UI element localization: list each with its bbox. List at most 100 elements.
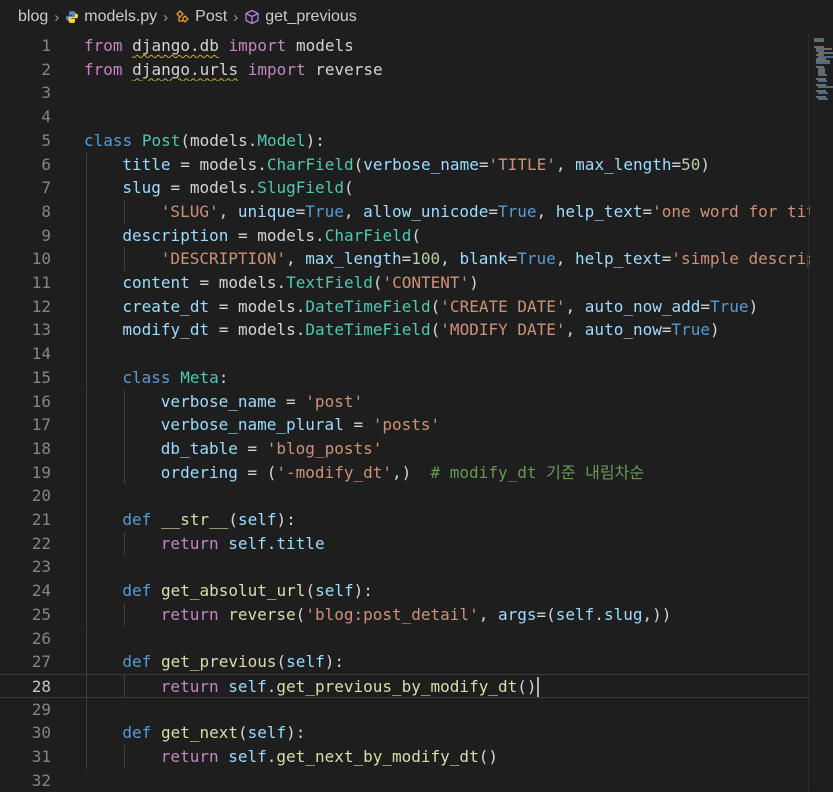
indent-guide — [86, 413, 87, 437]
code-text: title = models.CharField(verbose_name = 'T… — [122, 153, 710, 177]
code-token: slug — [603, 604, 643, 624]
breadcrumb-method-label: get_previous — [265, 8, 357, 25]
code-token: 'MODIFY DATE' — [440, 320, 566, 340]
code-token: = — [661, 320, 672, 340]
code-line[interactable]: 10 'DESCRIPTION', max_length=100, blank=T… — [0, 247, 810, 271]
code-token: 50 — [681, 154, 701, 174]
line-number: 11 — [31, 273, 51, 292]
code-line[interactable]: 17 verbose_name_plural = 'posts' — [0, 413, 810, 437]
code-line[interactable]: 28 return self.get_previous_by_modify_dt(… — [0, 673, 810, 698]
code-line[interactable]: 19 ordering = ('-modify_dt',) # modify_dt… — [0, 460, 810, 485]
breadcrumb-class[interactable]: Post — [174, 8, 227, 26]
line-number: 18 — [31, 438, 51, 458]
code-line[interactable]: 13 modify_dt = models.DateTimeField('MODI… — [0, 318, 810, 343]
code-line[interactable]: 2 from django.urls import reverse — [0, 58, 810, 82]
code-line[interactable]: 24 def get_absolut_url(self): — [0, 579, 810, 603]
minimap[interactable] — [810, 34, 833, 791]
breadcrumb-file[interactable]: models.py — [65, 8, 157, 26]
breadcrumb-folder[interactable]: blog — [18, 8, 48, 26]
line-number: 31 — [31, 747, 51, 766]
code-token: True — [671, 320, 711, 340]
code-token: title — [276, 533, 325, 553]
code-line[interactable]: 31 return self.get_next_by_modify_dt() — [0, 745, 810, 769]
breadcrumb-method[interactable]: get_previous — [244, 8, 357, 26]
code-token: def — [122, 581, 152, 601]
code-token: DateTimeField — [305, 296, 431, 316]
code-line[interactable]: 12 create_dt = models.DateTimeField('CREA… — [0, 294, 810, 319]
code-text: def __str__(self): — [122, 508, 295, 532]
indent-guide — [124, 531, 126, 556]
code-line[interactable]: 32 — [0, 769, 810, 792]
code-line[interactable]: 23 — [0, 555, 810, 580]
code-token: = models. — [228, 225, 325, 245]
method-cube-icon — [244, 9, 260, 25]
code-line[interactable]: 30 def get_next(self): — [0, 721, 810, 745]
code-token: reverse — [305, 59, 383, 79]
code-token: class — [84, 130, 133, 150]
line-number: 26 — [31, 628, 51, 648]
code-text: class Post(models.Model): — [84, 129, 325, 153]
code-text: def get_absolut_url(self): — [122, 579, 372, 603]
code-token: 'simple description text.' — [671, 249, 810, 269]
code-token: self — [286, 652, 325, 672]
code-token: = — [343, 415, 373, 435]
code-line[interactable]: 4 — [0, 105, 810, 129]
indent-guide — [86, 389, 87, 414]
code-token: , — [536, 201, 556, 221]
code-line[interactable]: 18 db_table = 'blog_posts' — [0, 436, 810, 461]
code-token: , — [286, 249, 306, 269]
code-token: = — [488, 201, 498, 221]
code-line[interactable]: 27 def get_previous(self): — [0, 650, 810, 674]
code-line[interactable]: 15 class Meta: — [0, 365, 810, 390]
code-token: self — [228, 676, 267, 696]
indent-guide — [86, 626, 87, 651]
code-line[interactable]: 7 slug = models.SlugField( — [0, 176, 810, 200]
code-token: get_next — [160, 723, 238, 743]
code-token: 'post' — [305, 391, 364, 411]
code-token: = models. — [189, 273, 287, 292]
code-line[interactable]: 29 — [0, 697, 810, 722]
code-token: # modify_dt 기준 내림차순 — [430, 462, 645, 482]
line-number: 13 — [31, 320, 51, 340]
minimap-line — [818, 80, 827, 82]
code-line[interactable]: 21 def __str__(self): — [0, 508, 810, 532]
code-token: allow_unicode — [363, 201, 489, 221]
chevron-right-icon: › — [54, 8, 60, 26]
code-line[interactable]: 20 — [0, 484, 810, 508]
indent-guide — [86, 294, 87, 319]
code-line[interactable]: 26 — [0, 626, 810, 651]
indent-guide — [86, 650, 87, 674]
code-token: blank — [459, 249, 508, 269]
code-editor[interactable]: 1 from django.db import models 2 from djang… — [0, 34, 833, 791]
minimap-line — [816, 62, 830, 64]
code-line[interactable]: 16 verbose_name = 'post' — [0, 389, 810, 414]
breadcrumb: blog › models.py › Post › get_previous — [0, 0, 833, 34]
code-token: def — [122, 510, 152, 529]
code-token: help_text — [575, 249, 662, 269]
chevron-right-icon: › — [163, 8, 169, 26]
minimap-line — [818, 98, 828, 100]
code-token: 100 — [411, 249, 441, 269]
line-number: 19 — [31, 462, 51, 482]
code-token: 'DESCRIPTION' — [160, 249, 287, 269]
code-line[interactable]: 8 'SLUG', unique=True, allow_unicode=True… — [0, 199, 810, 224]
code-text: create_dt = models.DateTimeField('CREATE… — [122, 295, 758, 319]
code-line[interactable]: 22 return self.title — [0, 531, 810, 556]
code-line[interactable]: 11 content = models.TextField('CONTENT') — [0, 271, 810, 295]
code-line[interactable]: 9 description = models.CharField( — [0, 223, 810, 248]
code-line[interactable]: 5 class Post(models.Model): — [0, 129, 810, 153]
code-line[interactable]: 3 — [0, 81, 810, 105]
line-number: 20 — [31, 486, 51, 506]
code-line[interactable]: 14 — [0, 342, 810, 366]
code-line[interactable]: 6 title = models.CharField(verbose_name = '… — [0, 152, 810, 177]
code-token: 'blog_posts' — [266, 438, 383, 458]
code-line[interactable]: 25 return reverse('blog:post_detail', arg… — [0, 602, 810, 627]
code-token: ( — [430, 320, 441, 340]
code-token: unique — [237, 201, 296, 221]
code-line[interactable]: 1 from django.db import models — [0, 34, 810, 58]
